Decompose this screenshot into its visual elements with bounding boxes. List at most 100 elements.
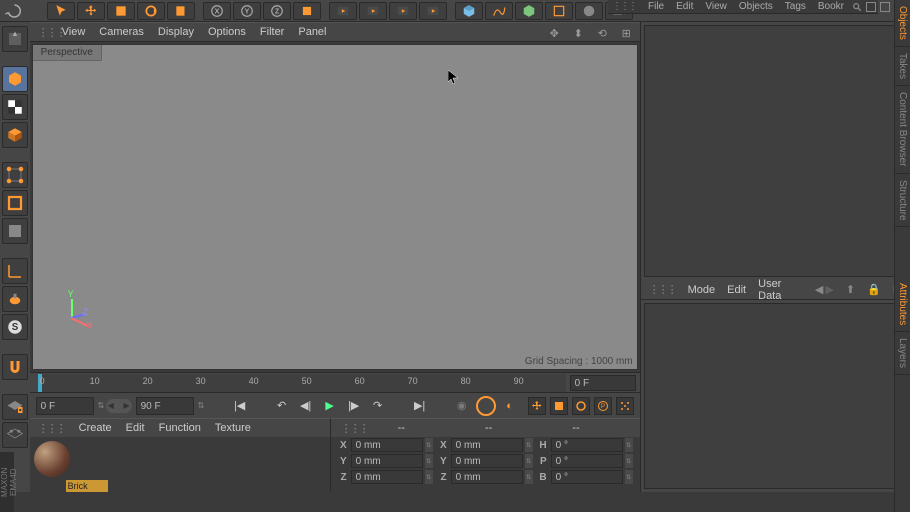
points-mode-icon[interactable] <box>2 162 28 188</box>
deformer-icon[interactable] <box>545 2 573 20</box>
recent-tool-icon[interactable] <box>167 2 195 20</box>
render-view-icon[interactable] <box>329 2 357 20</box>
next-frame-icon[interactable]: |▶ <box>344 396 364 416</box>
tab-content-browser[interactable]: Content Browser <box>895 86 910 173</box>
prev-frame-icon[interactable]: ◀| <box>296 396 316 416</box>
nav-fwd-icon[interactable]: ▶ <box>825 283 833 296</box>
rotation-key-icon[interactable] <box>572 397 590 415</box>
view-menu-item[interactable]: View <box>62 26 86 38</box>
nav-back-icon[interactable]: ◀ <box>815 283 823 296</box>
play-icon[interactable]: ▶ <box>320 396 340 416</box>
grip-icon[interactable]: ⋮⋮⋮ <box>38 26 48 39</box>
scale-key-icon[interactable] <box>550 397 568 415</box>
end-frame-field[interactable]: 90 F <box>136 397 194 415</box>
layout-icon[interactable] <box>880 2 890 12</box>
tab-attributes[interactable]: Attributes <box>895 277 910 332</box>
parameter-key-icon[interactable]: P <box>594 397 612 415</box>
move-tool-icon[interactable] <box>77 2 105 20</box>
render-queue-icon[interactable] <box>419 2 447 20</box>
spline-primitive-icon[interactable] <box>485 2 513 20</box>
tags-menu[interactable]: Tags <box>785 0 806 13</box>
search-icon[interactable] <box>852 2 862 12</box>
attr-userdata-menu[interactable]: User Data <box>758 278 791 302</box>
y-axis-icon[interactable]: Y <box>233 2 261 20</box>
mat-edit-menu[interactable]: Edit <box>126 422 145 434</box>
record-icon[interactable]: ◉ <box>452 396 472 416</box>
generator-icon[interactable] <box>515 2 543 20</box>
current-frame-field[interactable]: 0 F <box>570 375 636 391</box>
bookmarks-menu[interactable]: Bookr <box>818 0 844 13</box>
object-manager-body[interactable] <box>644 25 907 277</box>
rotate-camera-icon[interactable]: ⟲ <box>598 27 608 37</box>
attr-edit-menu[interactable]: Edit <box>727 284 746 296</box>
prev-key-icon[interactable]: ↶ <box>272 396 292 416</box>
locked-workplane-icon[interactable] <box>2 422 28 448</box>
timeline-ruler[interactable]: 0 10 20 30 40 50 60 70 80 90 <box>38 374 566 392</box>
cube-primitive-icon[interactable] <box>455 2 483 20</box>
range-slider[interactable]: ◀▶ <box>106 399 132 413</box>
x-axis-icon[interactable]: X <box>203 2 231 20</box>
goto-end-icon[interactable]: ▶| <box>410 396 430 416</box>
attribute-manager-body[interactable] <box>644 303 907 489</box>
attr-mode-menu[interactable]: Mode <box>688 284 716 296</box>
z-axis-icon[interactable]: Z <box>263 2 291 20</box>
tab-structure[interactable]: Structure <box>895 174 910 228</box>
tab-objects[interactable]: Objects <box>895 0 910 47</box>
panel-menu-item[interactable]: Panel <box>298 26 326 38</box>
pos-x-field[interactable]: 0 mm <box>351 438 423 452</box>
start-frame-field[interactable]: 0 F <box>36 397 94 415</box>
viewport-solo-icon[interactable] <box>2 286 28 312</box>
workplane-mode-icon[interactable] <box>2 122 28 148</box>
make-editable-icon[interactable] <box>2 26 28 52</box>
position-key-icon[interactable] <box>528 397 546 415</box>
texture-mode-icon[interactable] <box>2 94 28 120</box>
axis-icon[interactable] <box>2 258 28 284</box>
material-preview[interactable] <box>34 441 70 477</box>
pos-z-field[interactable]: 0 mm <box>351 470 423 484</box>
zoom-camera-icon[interactable]: ⬍ <box>574 27 584 37</box>
pointlevel-key-icon[interactable] <box>616 397 634 415</box>
coord-col3[interactable]: -- <box>572 422 579 434</box>
3d-viewport[interactable]: Perspective Y Z X Grid Spacing : 1000 mm <box>32 44 638 370</box>
render-settings-icon[interactable] <box>389 2 417 20</box>
polygons-mode-icon[interactable] <box>2 218 28 244</box>
select-tool-icon[interactable] <box>47 2 75 20</box>
edit-menu[interactable]: Edit <box>676 0 693 13</box>
keyframe-sel-icon[interactable]: ◐ <box>500 396 520 416</box>
nav-up-icon[interactable]: ⬆ <box>846 283 855 296</box>
pos-y-field[interactable]: 0 mm <box>351 454 423 468</box>
rotate-tool-icon[interactable] <box>137 2 165 20</box>
scale-tool-icon[interactable] <box>107 2 135 20</box>
next-key-icon[interactable]: ↷ <box>368 396 388 416</box>
tab-takes[interactable]: Takes <box>895 47 910 86</box>
display-menu-item[interactable]: Display <box>158 26 194 38</box>
autokey-icon[interactable] <box>476 396 496 416</box>
rot-p-field[interactable]: 0 ° <box>551 454 623 468</box>
options-menu-item[interactable]: Options <box>208 26 246 38</box>
goto-start-icon[interactable]: |◀ <box>230 396 250 416</box>
lock-icon[interactable]: 🔒 <box>867 283 881 296</box>
size-x-field[interactable]: 0 mm <box>451 438 523 452</box>
size-z-field[interactable]: 0 mm <box>451 470 523 484</box>
magnet-icon[interactable] <box>2 354 28 380</box>
size-y-field[interactable]: 0 mm <box>451 454 523 468</box>
model-mode-icon[interactable] <box>2 66 28 92</box>
mat-function-menu[interactable]: Function <box>159 422 201 434</box>
material-name-label[interactable]: Brick <box>66 480 108 492</box>
undo-icon[interactable] <box>2 2 30 20</box>
edges-mode-icon[interactable] <box>2 190 28 216</box>
environment-icon[interactable] <box>575 2 603 20</box>
view-icon[interactable] <box>866 2 876 12</box>
rot-h-field[interactable]: 0 ° <box>551 438 623 452</box>
coord-col1[interactable]: -- <box>398 422 405 434</box>
move-camera-icon[interactable]: ✥ <box>550 27 560 37</box>
rot-b-field[interactable]: 0 ° <box>551 470 623 484</box>
snap-icon[interactable]: S <box>2 314 28 340</box>
toggle-view-icon[interactable]: ⊞ <box>622 27 632 37</box>
view-menu[interactable]: View <box>705 0 727 13</box>
mat-texture-menu[interactable]: Texture <box>215 422 251 434</box>
render-region-icon[interactable] <box>359 2 387 20</box>
filter-menu-item[interactable]: Filter <box>260 26 284 38</box>
workplane-icon[interactable] <box>2 394 28 420</box>
mat-create-menu[interactable]: Create <box>79 422 112 434</box>
